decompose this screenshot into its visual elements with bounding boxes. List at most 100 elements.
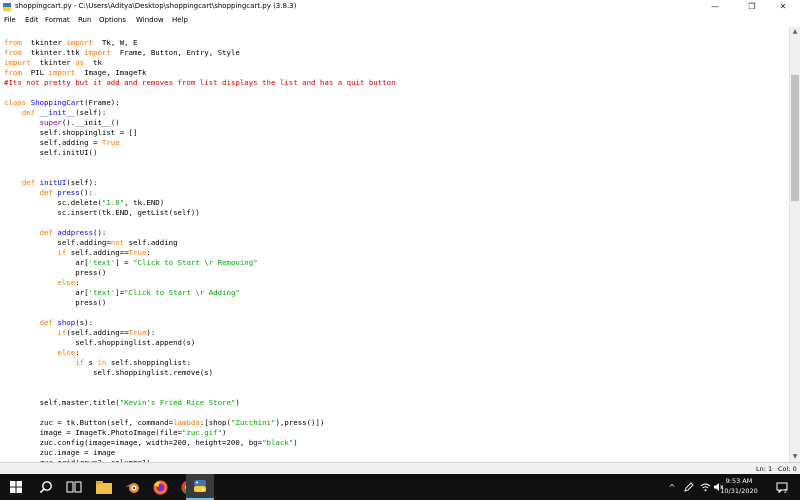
code-line[interactable]: def shop(s):: [4, 318, 396, 328]
code-token: if: [57, 328, 67, 337]
search-icon[interactable]: [32, 474, 60, 500]
code-line[interactable]: def __init__(self):: [4, 108, 396, 118]
wifi-icon[interactable]: [698, 474, 712, 500]
code-token: __init__: [39, 108, 76, 117]
blender-icon[interactable]: [118, 474, 146, 500]
code-token: def: [39, 318, 53, 327]
code-line[interactable]: else:: [4, 278, 396, 288]
menu-edit[interactable]: Edit: [25, 16, 39, 24]
code-line[interactable]: press(): [4, 298, 396, 308]
code-line[interactable]: [4, 218, 396, 228]
code-token: addpress: [57, 228, 94, 237]
code-token: tkinter: [21, 38, 67, 47]
code-token: self.master.title(: [4, 398, 120, 407]
code-line[interactable]: [4, 168, 396, 178]
code-line[interactable]: from PIL import Image, ImageTk: [4, 68, 396, 78]
code-line[interactable]: self.shoppinglist.append(s): [4, 338, 396, 348]
code-line[interactable]: if(self.adding==True):: [4, 328, 396, 338]
menu-file[interactable]: File: [4, 16, 16, 24]
code-line[interactable]: import tkinter as tk: [4, 58, 396, 68]
minimize-button[interactable]: —: [698, 0, 732, 14]
code-line[interactable]: [4, 88, 396, 98]
code-line[interactable]: press(): [4, 268, 396, 278]
code-line[interactable]: [4, 308, 396, 318]
code-line[interactable]: def initUI(self):: [4, 178, 396, 188]
code-token: PIL: [21, 68, 49, 77]
code-token: sc.insert(tk.END, getList(self)): [4, 208, 200, 217]
file-explorer-icon[interactable]: [90, 474, 118, 500]
code-line[interactable]: class ShoppingCart(Frame):: [4, 98, 396, 108]
code-token: press(): [4, 268, 107, 277]
code-token: 'text': [88, 288, 116, 297]
code-line[interactable]: zuc.image = image: [4, 448, 396, 458]
code-token: True: [101, 138, 120, 147]
code-line[interactable]: def press():: [4, 188, 396, 198]
pen-icon[interactable]: [682, 474, 696, 500]
code-token: def: [21, 178, 36, 187]
code-line[interactable]: sc.delete("1.0", tk.END): [4, 198, 396, 208]
code-text[interactable]: from tkinter import Tk, W, Efrom tkinter…: [4, 38, 396, 462]
code-token: 'text': [88, 258, 116, 267]
close-button[interactable]: ✕: [766, 0, 800, 14]
code-line[interactable]: def addpress():: [4, 228, 396, 238]
tray-chevron-icon[interactable]: ^: [666, 474, 678, 500]
notification-icon[interactable]: 2: [772, 474, 792, 500]
scrollbar-thumb[interactable]: [791, 75, 799, 201]
code-token: Tk, W, E: [93, 38, 138, 47]
menu-bar: File Edit Format Run Options Window Help: [0, 14, 800, 27]
code-line[interactable]: ar['text'] = "Click to Start \r Removing…: [4, 258, 396, 268]
menu-help[interactable]: Help: [172, 16, 188, 24]
code-line[interactable]: zuc = tk.Button(self, command=lambda:[sh…: [4, 418, 396, 428]
code-line[interactable]: sc.insert(tk.END, getList(self)): [4, 208, 396, 218]
code-token: from: [4, 68, 22, 77]
code-line[interactable]: [4, 408, 396, 418]
code-token: self.shoppinglist.remove(s): [4, 368, 214, 377]
menu-options[interactable]: Options: [99, 16, 126, 24]
code-line[interactable]: [4, 388, 396, 398]
code-line[interactable]: if self.adding==True:: [4, 248, 396, 258]
code-token: initUI: [39, 178, 67, 187]
code-token: self.shoppinglist:: [106, 358, 191, 367]
code-editor[interactable]: from tkinter import Tk, W, Efrom tkinter…: [0, 27, 789, 462]
code-line[interactable]: from tkinter.ttk import Frame, Button, E…: [4, 48, 396, 58]
code-token: lambda: [173, 418, 200, 427]
code-line[interactable]: zuc.config(image=image, width=200, heigh…: [4, 438, 396, 448]
menu-window[interactable]: Window: [136, 16, 164, 24]
code-line[interactable]: if s in self.shoppinglist:: [4, 358, 396, 368]
code-line[interactable]: self.initUI(): [4, 148, 396, 158]
code-line[interactable]: self.shoppinglist = []: [4, 128, 396, 138]
scroll-down-arrow-icon[interactable]: ▼: [790, 452, 800, 462]
code-line[interactable]: [4, 158, 396, 168]
firefox-icon[interactable]: [146, 474, 174, 500]
code-token: if: [75, 358, 85, 367]
code-line[interactable]: self.master.title("Kevin's Fried Rice St…: [4, 398, 396, 408]
code-token: ): [235, 398, 240, 407]
code-line[interactable]: self.adding=not self.adding: [4, 238, 396, 248]
code-line[interactable]: from tkinter import Tk, W, E: [4, 38, 396, 48]
menu-run[interactable]: Run: [78, 16, 91, 24]
code-line[interactable]: image = ImageTk.PhotoImage(file="zuc.gif…: [4, 428, 396, 438]
windows-start-icon[interactable]: [2, 474, 30, 500]
code-line[interactable]: [4, 378, 396, 388]
title-bar[interactable]: shoppingcart.py - C:\Users\Aditya\Deskto…: [0, 0, 800, 14]
code-token: self.adding==: [66, 248, 129, 257]
code-line[interactable]: ar['text']="Click to Start \r Adding": [4, 288, 396, 298]
menu-format[interactable]: Format: [45, 16, 70, 24]
code-token: image = ImageTk.PhotoImage(file=: [4, 428, 182, 437]
system-clock[interactable]: 9:53 AM 10/31/2020: [716, 476, 762, 496]
code-line[interactable]: self.adding = True: [4, 138, 396, 148]
code-line[interactable]: else:: [4, 348, 396, 358]
scroll-up-arrow-icon[interactable]: ▲: [790, 27, 800, 37]
code-token: zuc.config(image=image, width=200, heigh…: [4, 438, 263, 447]
python-idle-icon[interactable]: [186, 474, 214, 500]
code-line[interactable]: #Its not pretty but it add and removes f…: [4, 78, 396, 88]
code-line[interactable]: self.shoppinglist.remove(s): [4, 368, 396, 378]
code-line[interactable]: super().__init__(): [4, 118, 396, 128]
restore-button[interactable]: ❐: [735, 0, 769, 14]
vertical-scrollbar[interactable]: ▲ ▼: [789, 27, 800, 462]
task-view-icon[interactable]: [60, 474, 88, 500]
